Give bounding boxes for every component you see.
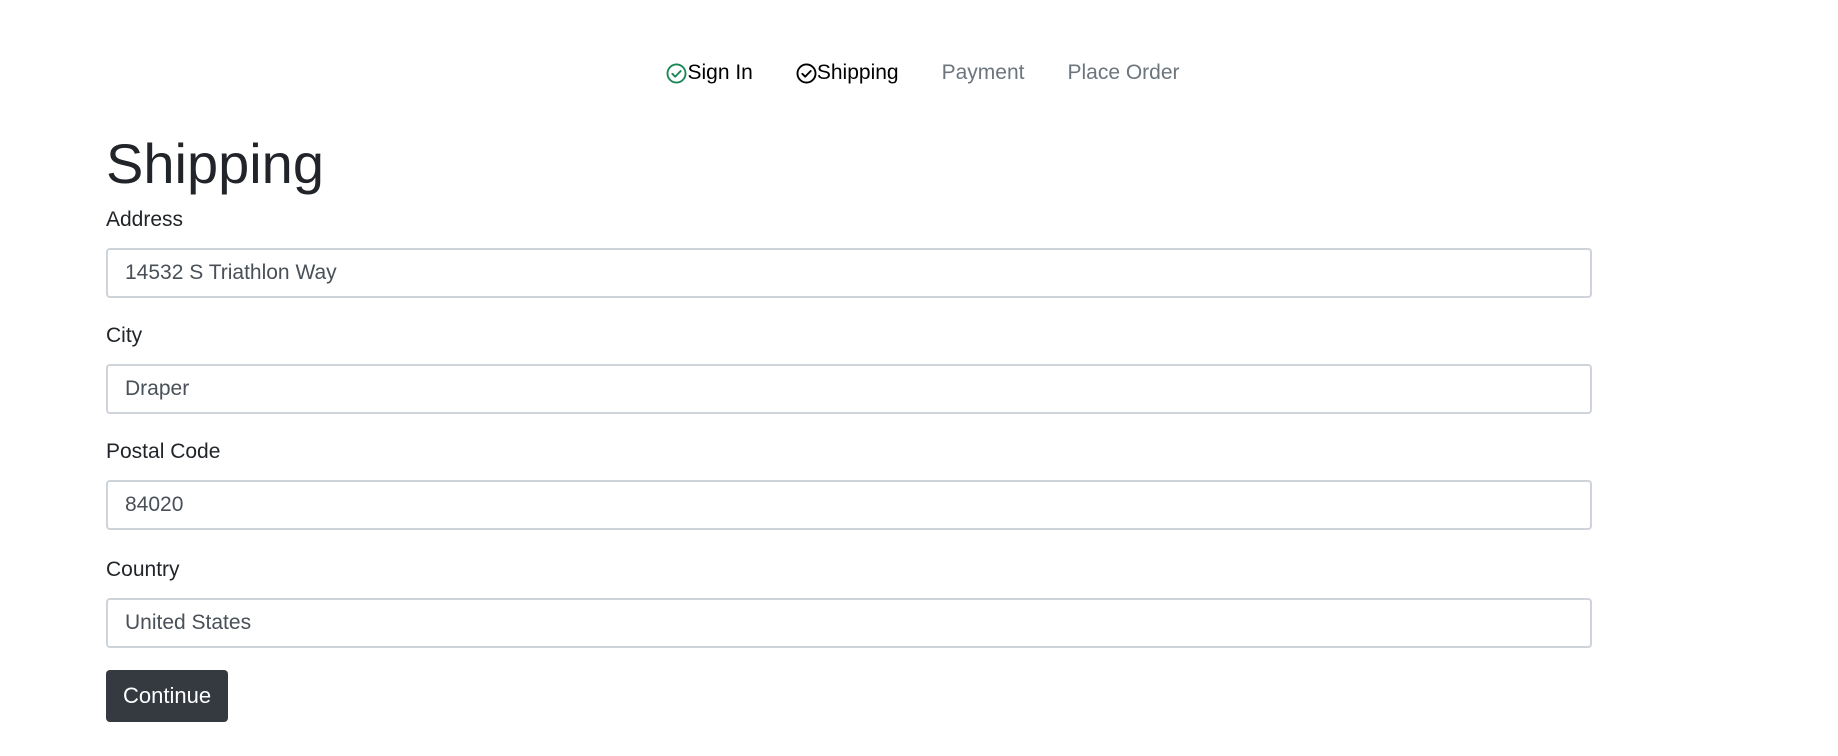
postal-code-input[interactable] — [106, 480, 1592, 530]
step-label: Payment — [941, 61, 1025, 84]
step-sign-in[interactable]: Sign In — [666, 58, 753, 88]
continue-button[interactable]: Continue — [106, 670, 229, 722]
postal-code-group: Postal Code — [106, 438, 1592, 530]
step-shipping[interactable]: Shipping — [796, 58, 899, 88]
step-label: Shipping — [816, 61, 899, 84]
address-group: Address — [106, 206, 1592, 298]
step-label: Sign In — [687, 61, 753, 84]
check-circle-icon — [666, 63, 687, 84]
city-group: City — [106, 322, 1592, 414]
country-label: Country — [106, 558, 180, 581]
address-label: Address — [106, 208, 184, 231]
country-input[interactable] — [106, 598, 1592, 648]
check-circle-icon — [796, 63, 817, 84]
shipping-form: Address City Postal Code Country Continu… — [106, 206, 1592, 722]
page-title: Shipping — [106, 132, 324, 195]
checkout-steps: Sign In Shipping Payment Place Order — [0, 58, 1838, 88]
shipping-form-container: Shipping Address City Postal Code Countr… — [106, 124, 1592, 722]
postal-code-label: Postal Code — [106, 440, 221, 463]
address-input[interactable] — [106, 248, 1592, 298]
step-place-order: Place Order — [1067, 58, 1179, 88]
city-label: City — [106, 324, 143, 347]
step-payment: Payment — [942, 58, 1025, 88]
country-group: Country — [106, 556, 1592, 648]
city-input[interactable] — [106, 364, 1592, 414]
step-label: Place Order — [1067, 61, 1180, 84]
